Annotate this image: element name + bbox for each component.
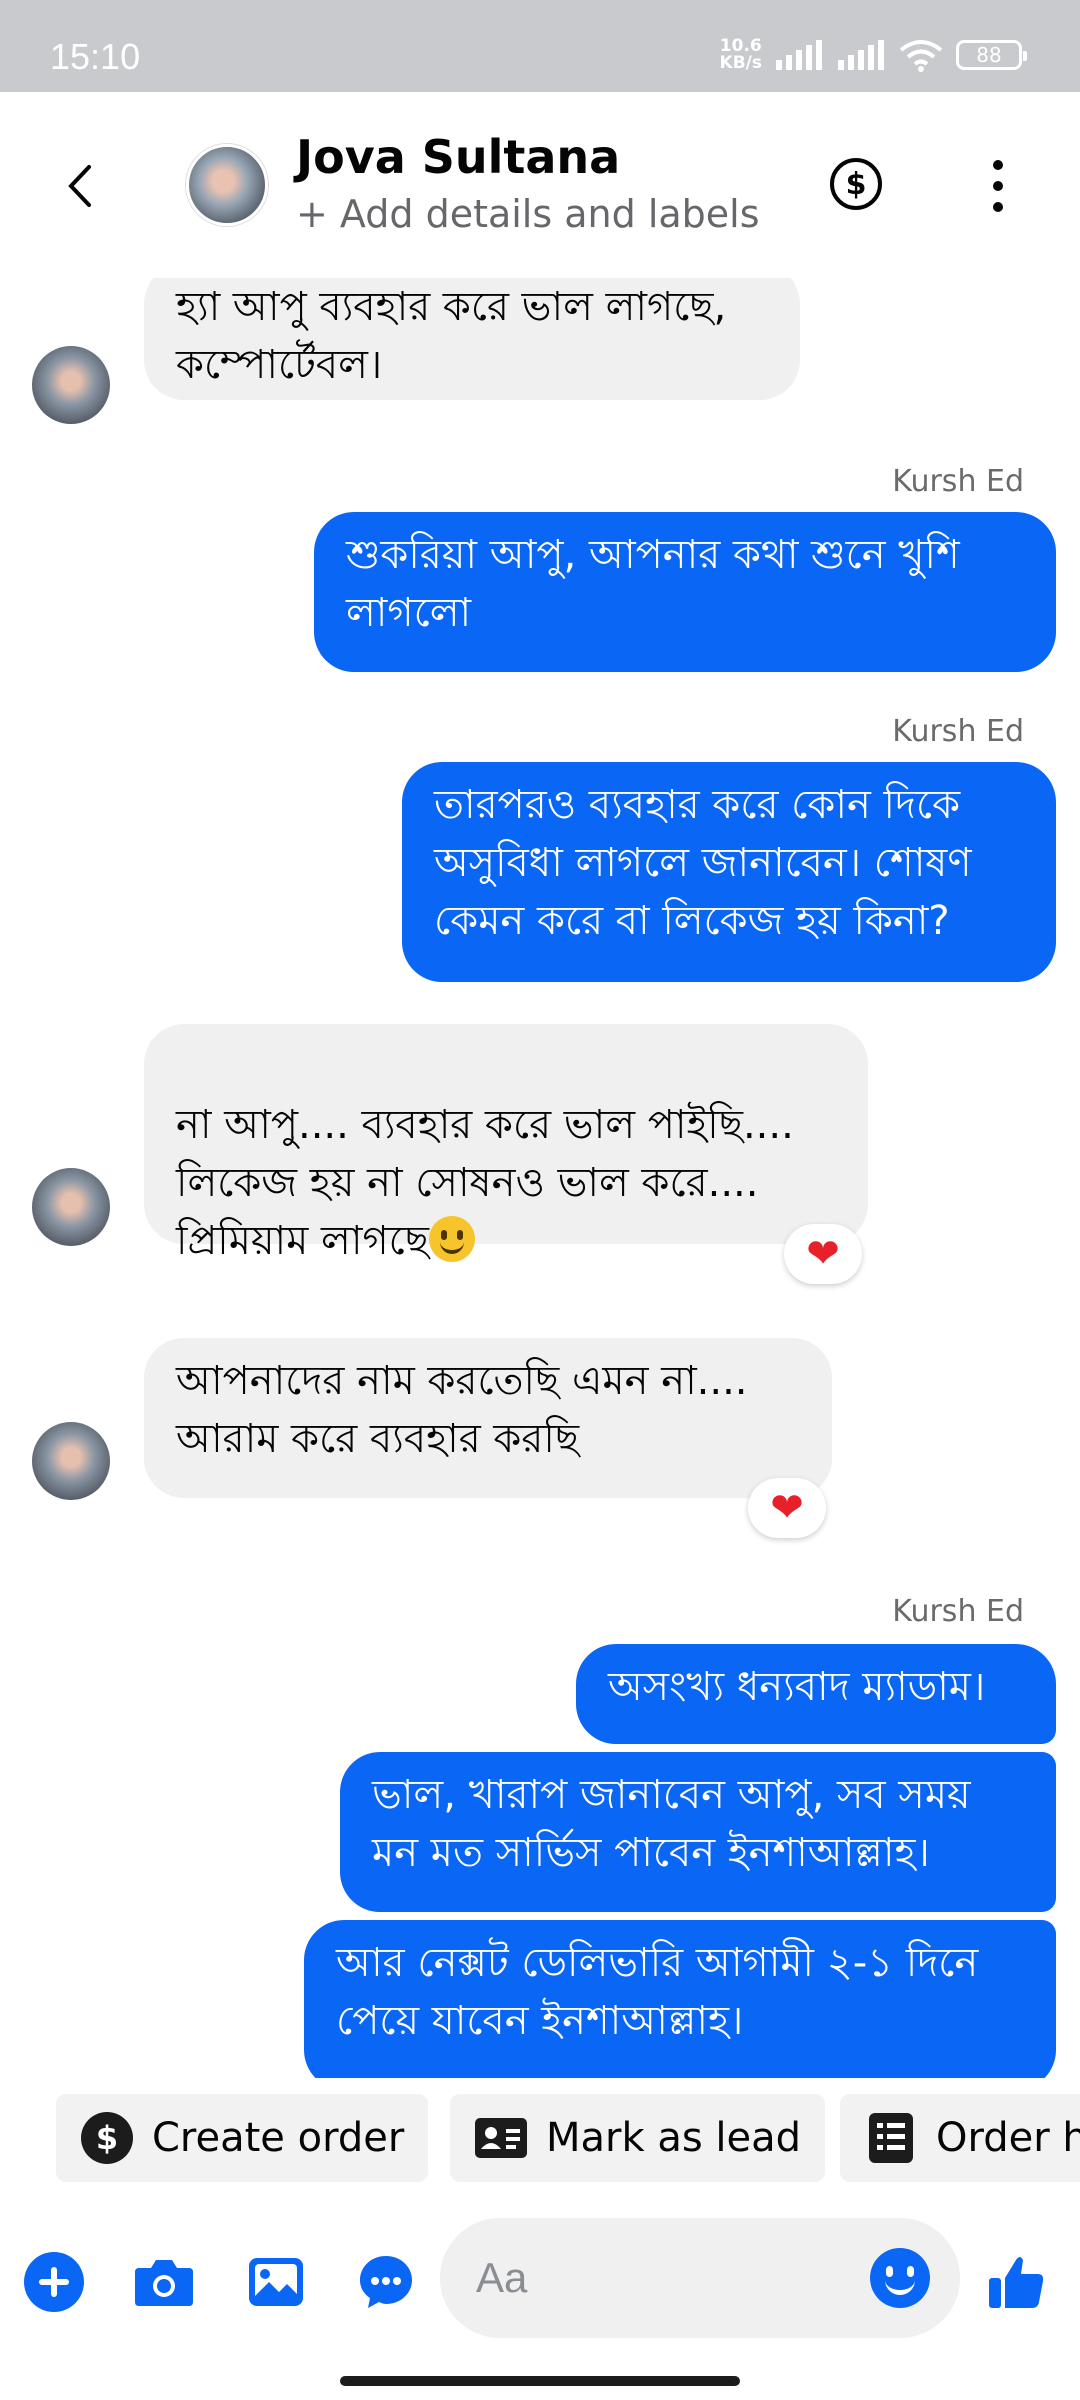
thumbs-up-icon: [989, 2257, 1044, 2308]
message-bubble-incoming[interactable]: আপনাদের নাম করতেছি এমন না.... আরাম করে ব…: [144, 1338, 832, 1498]
add-details-link[interactable]: + Add details and labels: [296, 192, 760, 236]
image-icon: [249, 2258, 303, 2306]
id-card-icon: [474, 2111, 528, 2165]
chat-bubble-icon: [360, 2256, 412, 2308]
battery-level: 88: [976, 43, 1002, 67]
message-bubble-outgoing[interactable]: শুকরিয়া আপু, আপনার কথা শুনে খুশি লাগলো: [314, 512, 1056, 672]
sender-avatar[interactable]: [32, 1422, 110, 1500]
signal-icon-2: [838, 40, 884, 70]
plus-icon: [24, 2252, 84, 2312]
reaction-badge[interactable]: ❤: [748, 1478, 826, 1538]
mark-as-lead-button[interactable]: Mark as lead: [450, 2094, 826, 2182]
message-bubble-incoming[interactable]: হ্যা আপু ব্যবহার করে ভাল লাগছে, কম্পোর্ট…: [144, 278, 800, 400]
battery-icon: 88: [956, 40, 1027, 70]
receipt-icon: [864, 2111, 918, 2165]
more-dot: [993, 181, 1003, 191]
message-bubble-outgoing[interactable]: ভাল, খারাপ জানাবেন আপু, সব সময় মন মত সা…: [340, 1752, 1056, 1912]
message-bubble-outgoing[interactable]: আর নেক্সট ডেলিভারি আগামী ২-১ দিনে পেয়ে …: [304, 1920, 1056, 2078]
message-list[interactable]: হ্যা আপু ব্যবহার করে ভাল লাগছে, কম্পোর্ট…: [0, 278, 1080, 2078]
dollar-icon: $: [845, 166, 867, 202]
message-text: না আপু.... ব্যবহার করে ভাল পাইছি.... লিক…: [176, 1102, 794, 1264]
status-bar: 15:10 10.6 KB/s 88: [0, 0, 1080, 92]
sender-avatar[interactable]: [32, 346, 110, 424]
camera-icon: [135, 2260, 193, 2306]
smile-emoji-icon: [428, 1216, 475, 1262]
create-order-button[interactable]: $ Create order: [56, 2094, 429, 2182]
emoji-icon[interactable]: [870, 2248, 930, 2308]
message-input[interactable]: [474, 2248, 834, 2308]
gallery-button[interactable]: [244, 2250, 308, 2314]
like-button[interactable]: [984, 2250, 1048, 2314]
create-order-label: Create order: [152, 2115, 405, 2161]
more-dot: [993, 160, 1003, 170]
dollar-circle-icon: $: [80, 2111, 134, 2165]
status-time: 15:10: [50, 36, 141, 77]
quick-actions-bar[interactable]: $ Create order Mark as lead Order h: [0, 2078, 1080, 2200]
chevron-left-icon: [68, 165, 91, 207]
heart-icon: ❤: [806, 1231, 840, 1277]
message-bubble-outgoing[interactable]: অসংখ্য ধন্যবাদ ম্যাডাম।: [576, 1644, 1056, 1744]
message-bubble-incoming[interactable]: না আপু.... ব্যবহার করে ভাল পাইছি.... লিক…: [144, 1024, 868, 1264]
conversation-header: Jova Sultana + Add details and labels $: [0, 92, 1080, 278]
camera-button[interactable]: [132, 2250, 196, 2314]
contact-name[interactable]: Jova Sultana: [296, 130, 620, 184]
payment-button[interactable]: $: [830, 158, 882, 210]
network-speed: 10.6 KB/s: [720, 38, 762, 72]
status-icons: 10.6 KB/s 88: [720, 38, 1027, 72]
wifi-icon: [899, 40, 943, 72]
plus-button[interactable]: [22, 2250, 86, 2314]
back-button[interactable]: [50, 156, 110, 216]
message-composer: [0, 2200, 1080, 2400]
message-bubble-outgoing[interactable]: তারপরও ব্যবহার করে কোন দিকে অসুবিধা লাগল…: [402, 762, 1056, 982]
svg-text:$: $: [96, 2119, 118, 2157]
sender-name: Kursh Ed: [892, 1594, 1024, 1629]
network-speed-unit: KB/s: [719, 53, 762, 73]
order-history-button[interactable]: Order h: [840, 2094, 1080, 2182]
heart-icon: ❤: [770, 1485, 804, 1531]
contact-avatar[interactable]: [186, 144, 268, 226]
order-history-label: Order h: [936, 2115, 1080, 2161]
more-dot: [993, 202, 1003, 212]
home-indicator[interactable]: [340, 2376, 740, 2386]
mark-as-lead-label: Mark as lead: [546, 2115, 802, 2161]
chat-button[interactable]: [354, 2250, 418, 2314]
sender-name: Kursh Ed: [892, 464, 1024, 499]
sender-name: Kursh Ed: [892, 714, 1024, 749]
message-input-container[interactable]: [440, 2218, 960, 2338]
reaction-badge[interactable]: ❤: [784, 1224, 862, 1284]
more-options-button[interactable]: [980, 160, 1016, 212]
signal-icon: [776, 40, 822, 70]
sender-avatar[interactable]: [32, 1168, 110, 1246]
